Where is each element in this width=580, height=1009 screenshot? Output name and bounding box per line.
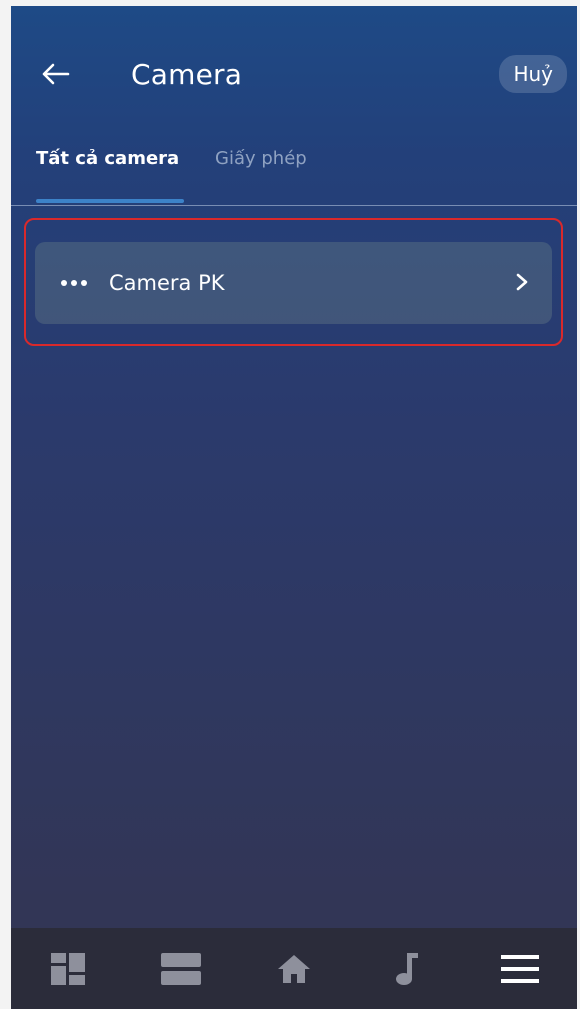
tab-all-cameras[interactable]: Tất cả camera (36, 148, 179, 169)
nav-music[interactable] (367, 928, 447, 1009)
nav-menu[interactable] (480, 928, 560, 1009)
back-button[interactable] (33, 52, 77, 96)
tabs-divider (11, 205, 577, 206)
camera-name: Camera PK (109, 271, 225, 295)
arrow-left-icon (42, 63, 70, 85)
page-title: Camera (131, 58, 243, 91)
tab-license[interactable]: Giấy phép (215, 148, 307, 169)
rooms-list-icon (161, 952, 201, 985)
active-tab-indicator (36, 199, 184, 203)
more-dots-icon[interactable] (61, 278, 87, 288)
nav-dashboard[interactable] (28, 928, 108, 1009)
menu-icon (501, 954, 539, 983)
nav-home[interactable] (254, 928, 334, 1009)
home-icon (278, 954, 310, 983)
nav-rooms[interactable] (141, 928, 221, 1009)
app-header: Camera Huỷ (11, 6, 577, 136)
tab-bar: Tất cả camera Giấy phép (11, 136, 577, 206)
camera-screen: Camera Huỷ Tất cả camera Giấy phép Camer… (11, 6, 577, 1009)
chevron-right-icon (516, 273, 528, 291)
bottom-navigation (11, 928, 577, 1009)
cancel-button[interactable]: Huỷ (499, 55, 567, 93)
music-note-icon (396, 952, 418, 985)
camera-list-item[interactable]: Camera PK (35, 242, 552, 324)
dashboard-grid-icon (51, 952, 85, 985)
